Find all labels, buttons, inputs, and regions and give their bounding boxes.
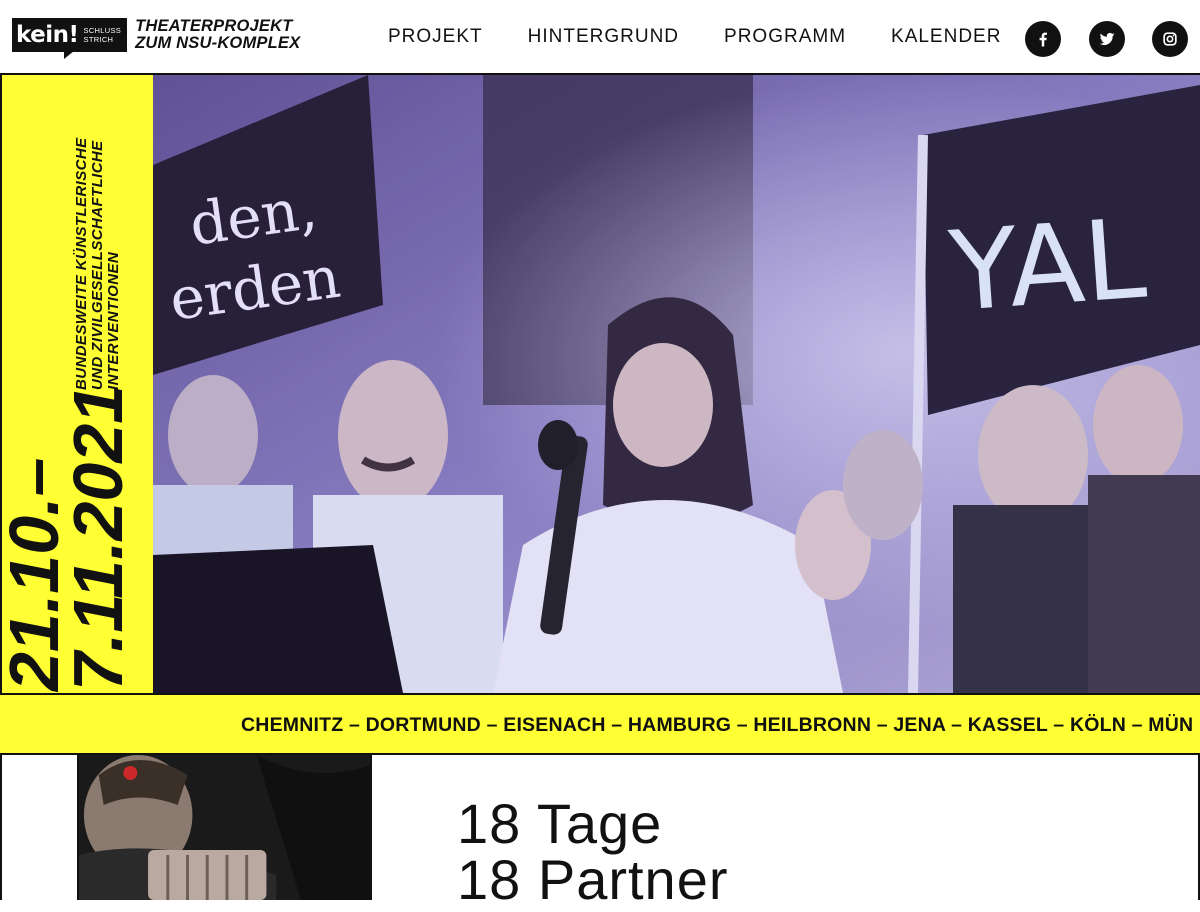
twitter-link[interactable] xyxy=(1089,21,1125,57)
hero-image: den, erden YAL xyxy=(153,75,1200,693)
event-tagline-line1: BUNDESWEITE KÜNSTLERISCHE xyxy=(73,137,90,390)
nav-item-kalender[interactable]: KALENDER xyxy=(891,26,1001,48)
logo-strich-text: STRICH xyxy=(83,35,114,44)
facebook-icon xyxy=(1039,32,1047,47)
intro-section: 18 Tage 18 Partner xyxy=(0,755,1200,911)
event-dates: 21.10.– 7.11.2021 xyxy=(0,384,137,691)
event-dates-panel: 21.10.– 7.11.2021 BUNDESWEITE KÜNSTLERIS… xyxy=(0,75,153,693)
logo-schluss-text: SCHLUSS xyxy=(83,26,122,35)
nav-item-hintergrund[interactable]: HINTERGRUND xyxy=(528,26,679,48)
event-dates-rotated: 21.10.– 7.11.2021 BUNDESWEITE KÜNSTLERIS… xyxy=(2,75,153,693)
nav-item-programm[interactable]: PROGRAMM xyxy=(724,26,846,48)
logo-schlussstrich: SCHLUSS STRICH xyxy=(84,26,122,44)
logo-title-line2: ZUM NSU-KOMPLEX xyxy=(135,34,301,52)
facebook-link[interactable] xyxy=(1025,21,1061,57)
hero-photo-illustration: den, erden YAL xyxy=(153,75,1200,693)
event-dates-start: 21.10.– xyxy=(0,457,73,691)
event-tagline-line3: INTERVENTIONEN xyxy=(105,251,122,390)
instagram-link[interactable] xyxy=(1152,21,1188,57)
event-tagline: BUNDESWEITE KÜNSTLERISCHE UND ZIVILGESEL… xyxy=(73,137,122,390)
performer-illustration xyxy=(79,755,370,900)
logo-title-line1: THEATERPROJEKT xyxy=(135,17,293,35)
nav-item-projekt[interactable]: PROJEKT xyxy=(388,26,483,48)
logo-kein-text: kein! xyxy=(16,22,79,48)
event-tagline-line2: UND ZIVILGESELLSCHAFTLICHE xyxy=(89,140,106,390)
twitter-icon xyxy=(1099,32,1115,45)
main-nav: PROJEKT HINTERGRUND PROGRAMM KALENDER xyxy=(388,26,1001,48)
logo-badge: kein! SCHLUSS STRICH xyxy=(12,18,128,59)
event-dates-end: 7.11.2021 xyxy=(59,384,137,691)
intro-headline-line2: 18 Partner xyxy=(457,848,729,911)
cities-ticker: CHEMNITZ – DORTMUND – EISENACH – HAMBURG… xyxy=(0,693,1200,755)
logo-title: THEATERPROJEKT ZUM NSU-KOMPLEX xyxy=(135,18,300,52)
site-logo[interactable]: kein! SCHLUSS STRICH THEATERPROJEKT ZUM … xyxy=(12,18,300,59)
site-header: kein! SCHLUSS STRICH THEATERPROJEKT ZUM … xyxy=(0,0,1200,75)
cities-list: CHEMNITZ – DORTMUND – EISENACH – HAMBURG… xyxy=(241,714,1194,736)
logo-speech-tail xyxy=(64,51,74,59)
performer-photo xyxy=(77,755,372,900)
instagram-icon xyxy=(1163,32,1177,46)
